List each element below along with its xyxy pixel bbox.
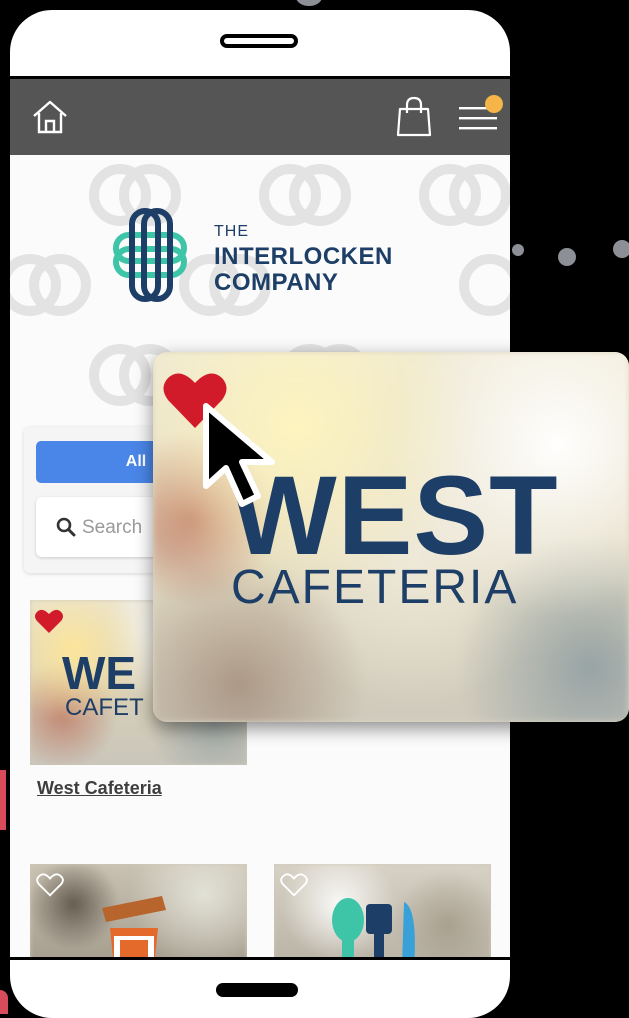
popout-word-cafeteria: CAFETERIA <box>231 561 519 614</box>
app-header <box>10 79 510 155</box>
decor-dot <box>512 244 524 256</box>
favorite-heart-icon[interactable] <box>34 608 64 634</box>
decor-shape <box>0 990 8 1014</box>
phone-speaker <box>220 34 298 48</box>
search-icon <box>56 517 76 537</box>
interlocken-logo-icon <box>113 208 187 302</box>
home-indicator[interactable] <box>216 983 298 997</box>
favorite-heart-outline-icon[interactable] <box>36 872 64 898</box>
logo-text-company: COMPANY <box>214 269 339 296</box>
decor-dot <box>613 240 629 258</box>
logo-text-the: THE <box>214 223 249 240</box>
listing-title-west-cafeteria[interactable]: West Cafeteria <box>37 778 162 799</box>
shopping-bag-icon[interactable] <box>394 95 434 137</box>
decor-dot <box>558 248 576 266</box>
notification-dot <box>485 95 503 113</box>
company-logo: THE INTERLOCKEN COMPANY <box>110 205 430 315</box>
search-placeholder: Search <box>82 517 143 538</box>
mouse-cursor-icon <box>203 403 275 507</box>
thumb-word-west: WE <box>62 647 137 699</box>
logo-text-interlocken: INTERLOCKEN <box>214 243 393 270</box>
thumb-word-cafeteria: CAFET <box>65 694 144 721</box>
home-icon[interactable] <box>30 97 70 137</box>
listing-image-restaurant[interactable] <box>274 864 491 957</box>
favorite-heart-outline-icon[interactable] <box>280 872 308 898</box>
decor-dot <box>296 0 322 6</box>
utensils-icon <box>332 898 415 957</box>
listing-image-cafe[interactable] <box>30 864 247 957</box>
decor-shape <box>0 770 6 830</box>
coffee-cup-icon <box>102 896 166 957</box>
